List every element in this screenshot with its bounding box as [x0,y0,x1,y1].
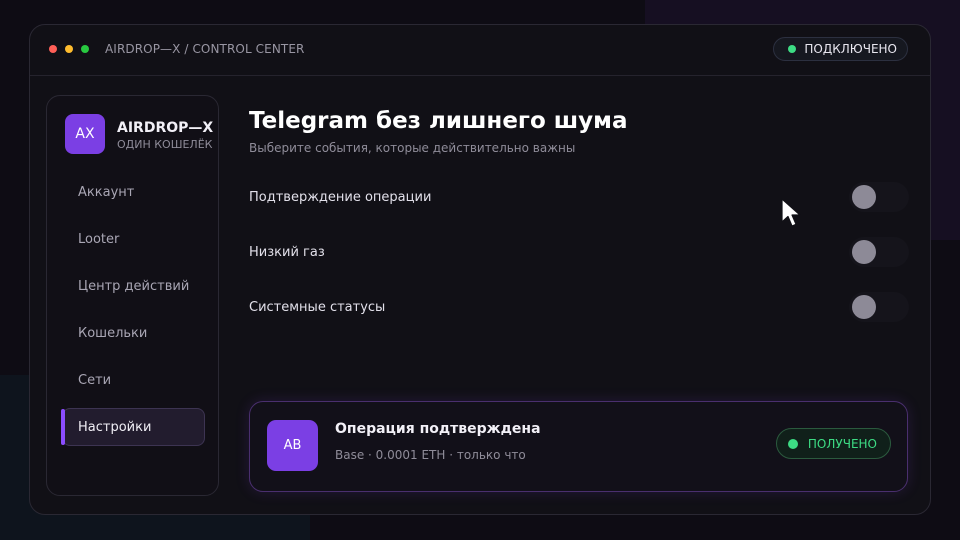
brand-avatar: AX [65,114,105,154]
notification-avatar: AB [267,420,318,471]
toggle-knob [852,240,876,264]
app-window: AIRDROP—X / CONTROL CENTER ПОДКЛЮЧЕНО AX… [29,24,931,515]
sidebar-item-settings[interactable]: Настройки [61,408,205,446]
page-title: Telegram без лишнего шума [249,108,628,134]
notification-details: Base · 0.0001 ETH · только что [335,448,526,462]
status-dot-icon [788,45,797,53]
notification-status-label: ПОЛУЧЕНО [807,436,877,451]
setting-label: Системные статусы [249,300,386,315]
low-gas-toggle[interactable] [849,237,909,267]
notification-title: Операция подтверждена [335,421,541,437]
sidebar-item-wallets[interactable]: Кошельки [62,314,205,352]
setting-label: Подтверждение операции [249,190,432,205]
connection-status-label: ПОДКЛЮЧЕНО [804,42,897,56]
notification-preview-card: AB Операция подтверждена Base · 0.0001 E… [249,401,908,492]
minimize-dot-icon[interactable] [65,45,73,53]
system-statuses-toggle[interactable] [849,292,909,322]
sidebar-item-account[interactable]: Аккаунт [62,173,205,211]
toggle-knob [852,185,876,209]
operation-confirmation-toggle[interactable] [849,182,909,212]
brand-subtitle: ОДИН КОШЕЛЁК [117,138,213,151]
maximize-dot-icon[interactable] [81,45,89,53]
sidebar-item-looter[interactable]: Looter [62,220,205,258]
page-subtitle: Выберите события, которые действительно … [249,141,576,155]
window-title: AIRDROP—X / CONTROL CENTER [105,42,305,56]
setting-row-operation-confirmation: Подтверждение операции [249,182,909,216]
status-dot-icon [787,438,798,449]
sidebar-item-networks[interactable]: Сети [62,361,205,399]
sidebar-item-action-center[interactable]: Центр действий [62,267,205,305]
connection-status-badge: ПОДКЛЮЧЕНО [773,37,908,61]
sidebar: AX AIRDROP—X ОДИН КОШЕЛЁК Аккаунт Looter… [46,95,219,496]
close-dot-icon[interactable] [49,45,57,53]
title-bar: AIRDROP—X / CONTROL CENTER ПОДКЛЮЧЕНО [30,25,930,76]
setting-row-low-gas: Низкий газ [249,237,909,271]
setting-label: Низкий газ [249,245,325,260]
toggle-knob [852,295,876,319]
setting-row-system-statuses: Системные статусы [249,292,909,326]
notification-status-badge: ПОЛУЧЕНО [775,428,891,459]
brand-name: AIRDROP—X [117,120,214,136]
mouse-cursor-icon [781,198,801,227]
